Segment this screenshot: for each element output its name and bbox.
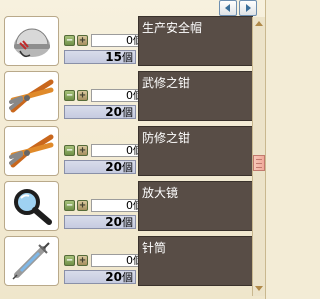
stock-unit: 個 <box>122 51 133 64</box>
stock-value: 20 <box>105 270 122 284</box>
decrease-button[interactable]: − <box>64 255 75 266</box>
stock-value: 20 <box>105 160 122 174</box>
stock-value: 20 <box>105 105 122 119</box>
quantity-value: 0 <box>126 34 133 47</box>
quantity-controls: − + 0個 <box>64 198 145 213</box>
quantity-controls: − + 0個 <box>64 88 145 103</box>
helmet-icon <box>13 28 50 58</box>
stock-unit: 個 <box>122 106 133 119</box>
magnifier-icon <box>13 189 52 225</box>
decrease-button[interactable]: − <box>64 200 75 211</box>
quantity-input[interactable]: 0個 <box>91 144 145 157</box>
next-page-button[interactable] <box>239 0 257 16</box>
quantity-controls: − + 0個 <box>64 143 145 158</box>
page-nav <box>219 0 257 16</box>
quantity-controls: − + 0個 <box>64 253 145 268</box>
quantity-value: 0 <box>126 254 133 267</box>
item-name: 防修之钳 <box>138 126 253 176</box>
list-item: − + 0個 20個 防修之钳 <box>4 126 253 176</box>
stock-value: 20 <box>105 215 122 229</box>
quantity-value: 0 <box>126 144 133 157</box>
stock-count: 20個 <box>64 270 136 284</box>
item-icon-box <box>4 16 59 66</box>
quantity-input[interactable]: 0個 <box>91 89 145 102</box>
item-icon-box <box>4 236 59 286</box>
quantity-input[interactable]: 0個 <box>91 254 145 267</box>
item-name: 武修之钳 <box>138 71 253 121</box>
stock-unit: 個 <box>122 216 133 229</box>
quantity-controls: − + 0個 <box>64 33 145 48</box>
quantity-value: 0 <box>126 199 133 212</box>
list-item: − + 0個 15個 生产安全帽 <box>4 16 253 66</box>
item-icon-box <box>4 71 59 121</box>
stock-count: 20個 <box>64 105 136 119</box>
list-item: − + 0個 20個 武修之钳 <box>4 71 253 121</box>
increase-button[interactable]: + <box>77 255 88 266</box>
item-icon-box <box>4 181 59 231</box>
arrow-right-icon <box>246 4 251 12</box>
increase-button[interactable]: + <box>77 35 88 46</box>
arrow-down-icon <box>255 286 263 291</box>
arrow-left-icon <box>225 4 230 12</box>
syringe-icon <box>11 242 50 280</box>
decrease-button[interactable]: − <box>64 35 75 46</box>
item-name: 放大镜 <box>138 181 253 231</box>
item-name: 针筒 <box>138 236 253 286</box>
list-item: − + 0個 20個 放大镜 <box>4 181 253 231</box>
list-item: − + 0個 20個 针筒 <box>4 236 253 286</box>
decrease-button[interactable]: − <box>64 145 75 156</box>
item-icon-box <box>4 126 59 176</box>
stock-value: 15 <box>105 50 122 64</box>
increase-button[interactable]: + <box>77 145 88 156</box>
quantity-input[interactable]: 0個 <box>91 34 145 47</box>
scroll-up-button[interactable] <box>253 17 265 29</box>
stock-unit: 個 <box>122 271 133 284</box>
stock-count: 20個 <box>64 215 136 229</box>
quantity-value: 0 <box>126 89 133 102</box>
stock-count: 15個 <box>64 50 136 64</box>
quantity-input[interactable]: 0個 <box>91 199 145 212</box>
decrease-button[interactable]: − <box>64 90 75 101</box>
pliers-icon <box>8 79 53 113</box>
stock-unit: 個 <box>122 161 133 174</box>
arrow-up-icon <box>255 21 263 26</box>
shop-panel: − + 0個 15個 生产安全帽 − + 0個 20個 武修之钳 <box>0 0 266 299</box>
increase-button[interactable]: + <box>77 200 88 211</box>
item-name: 生产安全帽 <box>138 16 253 66</box>
stock-count: 20個 <box>64 160 136 174</box>
increase-button[interactable]: + <box>77 90 88 101</box>
prev-page-button[interactable] <box>219 0 237 16</box>
scroll-down-button[interactable] <box>253 283 265 295</box>
scrollbar[interactable] <box>252 17 265 296</box>
pliers-icon <box>8 134 53 168</box>
scroll-thumb[interactable] <box>253 155 265 171</box>
